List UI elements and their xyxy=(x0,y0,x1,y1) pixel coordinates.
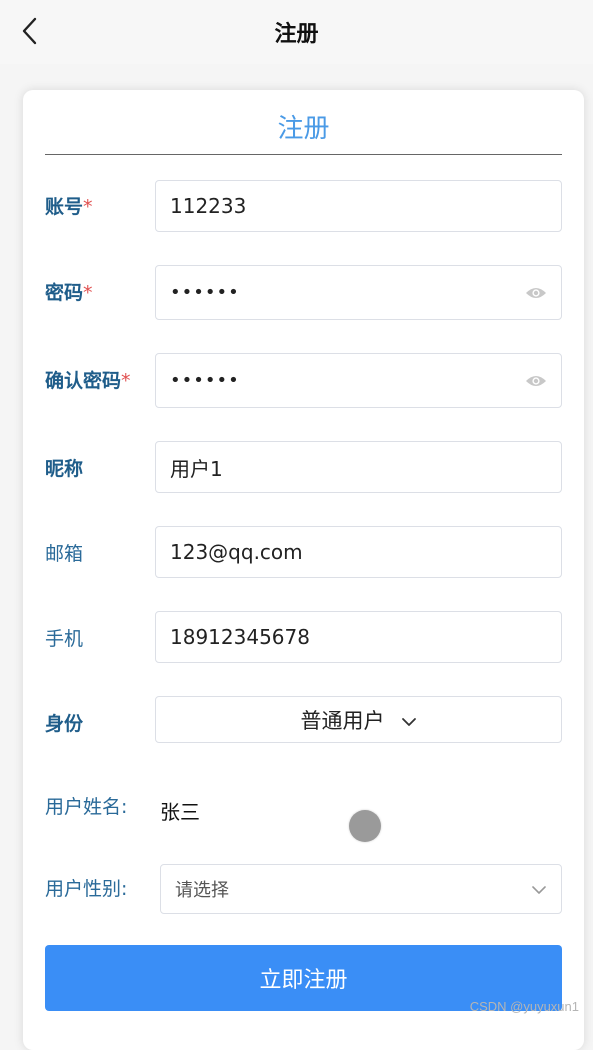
phone-label: 手机 xyxy=(45,624,83,651)
identity-label: 身份 xyxy=(45,709,83,736)
register-card: 注册 账号* 112233 密码* •••••• 确认密码* •••••• xyxy=(23,90,584,1050)
required-mark: * xyxy=(121,370,131,392)
email-input[interactable]: 123@qq.com xyxy=(155,526,562,578)
account-input[interactable]: 112233 xyxy=(155,180,562,232)
identity-select[interactable]: 普通用户 xyxy=(155,696,562,743)
gender-label: 用户性别: xyxy=(45,874,127,901)
chevron-down-icon xyxy=(401,708,417,732)
phone-input[interactable]: 18912345678 xyxy=(155,611,562,663)
account-label: 账号* xyxy=(45,192,93,219)
identity-value: 普通用户 xyxy=(301,705,385,735)
top-bar: 注册 xyxy=(0,0,593,64)
nickname-value: 用户1 xyxy=(170,453,547,482)
watermark: CSDN @yuyuxun1 xyxy=(470,999,579,1014)
password-value: •••••• xyxy=(170,282,525,303)
real-name-label: 用户姓名: xyxy=(45,792,127,819)
chevron-down-icon xyxy=(531,879,547,900)
eye-icon[interactable] xyxy=(525,373,547,389)
card-divider xyxy=(45,154,562,155)
card-title: 注册 xyxy=(23,108,584,145)
gender-placeholder: 请选择 xyxy=(175,876,531,902)
nickname-input[interactable]: 用户1 xyxy=(155,441,562,493)
real-name-value: 张三 xyxy=(160,796,200,825)
floating-dot[interactable] xyxy=(349,810,381,842)
password-input[interactable]: •••••• xyxy=(155,265,562,320)
required-mark: * xyxy=(83,196,93,218)
eye-icon[interactable] xyxy=(525,285,547,301)
email-value: 123@qq.com xyxy=(170,540,547,564)
required-mark: * xyxy=(83,282,93,304)
gender-select[interactable]: 请选择 xyxy=(160,864,562,914)
password-label: 密码* xyxy=(45,278,93,305)
confirm-password-label: 确认密码* xyxy=(45,366,131,393)
confirm-password-value: •••••• xyxy=(170,370,525,391)
page-title: 注册 xyxy=(0,16,593,48)
phone-value: 18912345678 xyxy=(170,625,547,649)
confirm-password-input[interactable]: •••••• xyxy=(155,353,562,408)
email-label: 邮箱 xyxy=(45,539,83,566)
account-value: 112233 xyxy=(170,194,547,218)
nickname-label: 昵称 xyxy=(45,454,83,481)
